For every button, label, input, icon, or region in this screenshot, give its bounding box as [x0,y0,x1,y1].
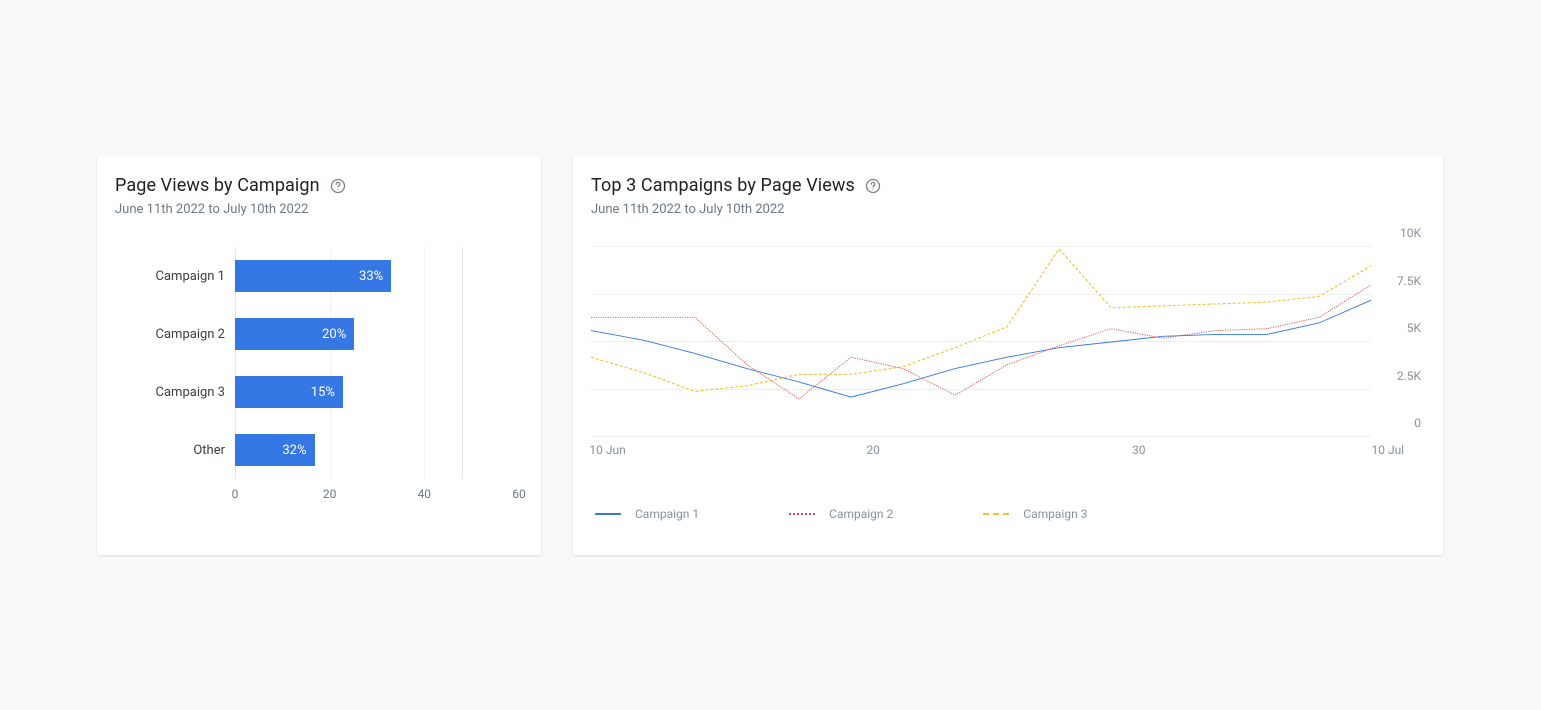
x-tick: 40 [418,487,432,501]
bar-fill: 33% [235,260,391,292]
legend: Campaign 1 Campaign 2 Campaign 3 [591,507,1421,521]
card-title: Top 3 Campaigns by Page Views [591,175,855,196]
card-subtitle: June 11th 2022 to July 10th 2022 [115,202,519,217]
y-tick: 7.5K [1377,274,1421,288]
bar-label: Campaign 2 [115,327,235,342]
x-tick: 60 [512,487,526,501]
bar-value: 32% [282,443,306,458]
y-tick: 5K [1377,321,1421,335]
series-campaign-3 [591,249,1371,392]
page-views-by-campaign-card: Page Views by Campaign June 11th 2022 to… [97,155,541,555]
legend-item: Campaign 2 [789,507,893,521]
bar-fill: 15% [235,376,343,408]
help-icon[interactable] [865,178,881,194]
bar-value: 20% [322,327,346,342]
legend-item: Campaign 1 [595,507,699,521]
x-tick: 0 [232,487,239,501]
card-header: Top 3 Campaigns by Page Views [591,175,1421,196]
bar-value: 15% [311,385,335,400]
bar-chart: Campaign 1 33% Campaign 2 20% Campaign 3… [115,247,519,509]
bar-label: Campaign 1 [115,269,235,284]
legend-label: Campaign 2 [829,507,893,521]
legend-swatch [983,513,1009,515]
series-campaign-1 [591,300,1371,397]
x-tick: 20 [866,443,880,457]
bar-fill: 20% [235,318,354,350]
bar-label: Campaign 3 [115,385,235,400]
help-icon[interactable] [330,178,346,194]
bar-x-axis: 0 20 40 60 [235,479,519,509]
line-series-svg [591,247,1371,437]
line-chart: 0 2.5K 5K 7.5K 10K 10 Jun 20 30 10 Jul [591,247,1421,457]
card-title: Page Views by Campaign [115,175,320,196]
x-tick: 20 [323,487,337,501]
top-campaigns-line-card: Top 3 Campaigns by Page Views June 11th … [573,155,1443,555]
legend-swatch [595,513,621,515]
legend-swatch [789,513,815,515]
legend-label: Campaign 3 [1023,507,1087,521]
bar-label: Other [115,443,235,458]
card-header: Page Views by Campaign [115,175,519,196]
y-tick: 10K [1377,226,1421,240]
bar-value: 33% [359,269,383,284]
y-tick: 0 [1377,416,1421,430]
bar-fill: 32% [235,434,315,466]
y-tick: 2.5K [1377,369,1421,383]
legend-label: Campaign 1 [635,507,699,521]
x-tick: 30 [1132,443,1146,457]
card-subtitle: June 11th 2022 to July 10th 2022 [591,202,1421,217]
legend-item: Campaign 3 [983,507,1087,521]
x-tick: 10 Jul [1371,443,1404,457]
x-tick: 10 Jun [589,443,625,457]
